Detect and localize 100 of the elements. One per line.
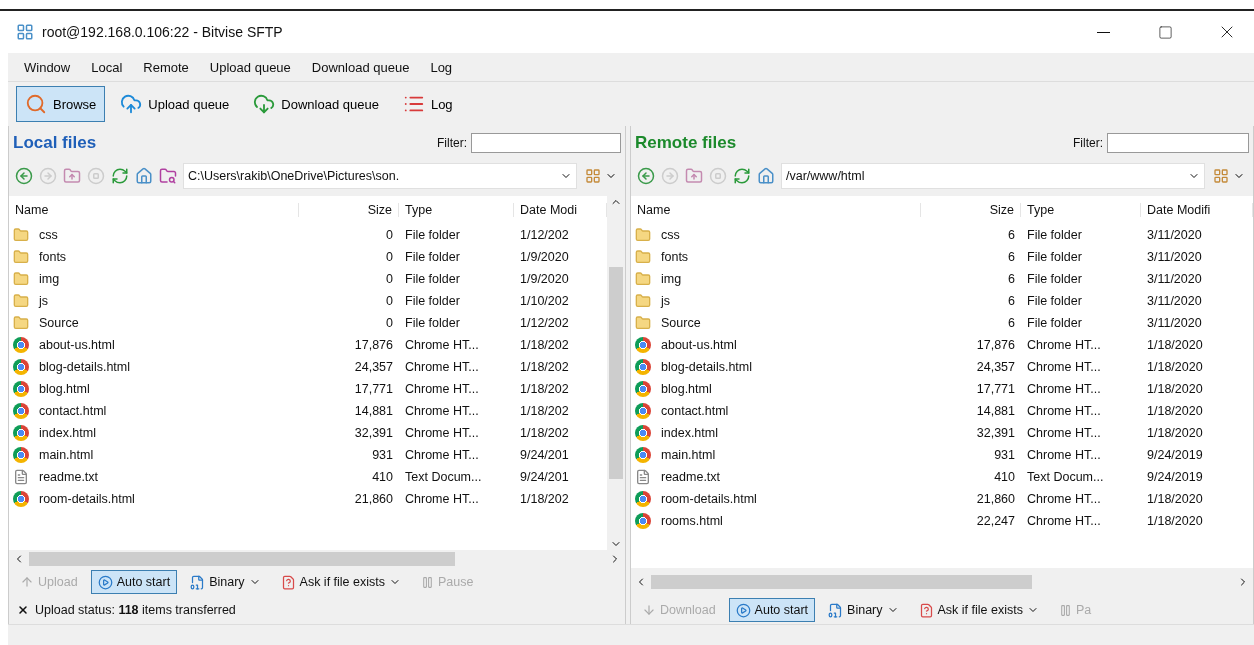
file-name: css xyxy=(38,228,59,242)
table-cell-text: Chrome HT... xyxy=(404,338,480,352)
column-header[interactable]: Type xyxy=(399,203,514,217)
file-exists-dropdown[interactable]: Ask if file exists xyxy=(273,570,408,594)
table-cell-text: File folder xyxy=(404,272,461,286)
file-name: blog-details.html xyxy=(660,360,753,374)
file-name: room-details.html xyxy=(38,492,136,506)
toolbar-button[interactable]: Browse xyxy=(16,86,106,122)
table-cell-text: 6 xyxy=(1007,272,1016,286)
menu-item[interactable]: Local xyxy=(83,59,136,75)
path-text: /var/www/html xyxy=(786,169,866,183)
scrollbar-thumb[interactable] xyxy=(609,266,623,480)
table-cell-text: Chrome HT... xyxy=(1026,492,1102,506)
scrollbar-thumb[interactable] xyxy=(29,552,455,566)
toolbar-button[interactable]: Download queue xyxy=(244,86,388,122)
cloud-download-icon xyxy=(253,93,276,115)
close-icon[interactable] xyxy=(17,604,29,616)
menu-item[interactable]: Upload queue xyxy=(201,59,304,75)
table-cell-text: 32,391 xyxy=(975,426,1016,440)
chrome-icon xyxy=(13,425,29,441)
table-cell-text: 1/18/202 xyxy=(519,360,570,374)
file-exists-dropdown[interactable]: Ask if file exists xyxy=(911,598,1046,622)
chrome-icon xyxy=(13,491,29,507)
back-icon[interactable] xyxy=(637,167,655,185)
table-cell-text: 0 xyxy=(385,294,394,308)
scrollbar-thumb[interactable] xyxy=(651,575,1032,589)
search-icon xyxy=(25,93,47,115)
toolbar-button[interactable]: Log xyxy=(393,86,462,122)
folder-up-icon[interactable] xyxy=(685,167,703,185)
folder-up-icon[interactable] xyxy=(63,167,81,185)
menu-item[interactable]: Download queue xyxy=(303,59,423,75)
chrome-icon xyxy=(635,491,651,507)
column-header[interactable]: Name xyxy=(631,203,921,217)
column-header[interactable]: Size xyxy=(921,203,1021,217)
menu-item[interactable]: Log xyxy=(422,59,466,75)
chrome-icon xyxy=(635,513,651,529)
table-cell-text: 9/24/201 xyxy=(519,470,570,484)
auto-start-button[interactable]: Auto start xyxy=(728,598,816,622)
file-name: fonts xyxy=(38,250,68,264)
binary-dropdown[interactable]: Binary xyxy=(821,598,906,622)
table-cell-text: 1/18/2020 xyxy=(1146,360,1204,374)
document-icon xyxy=(635,469,651,485)
table-cell-text: Chrome HT... xyxy=(404,448,480,462)
filter-field[interactable] xyxy=(471,133,621,153)
table-cell-text: 0 xyxy=(385,250,394,264)
folder-search-icon[interactable] xyxy=(159,167,177,185)
file-name: room-details.html xyxy=(660,492,758,506)
table-cell-text: Chrome HT... xyxy=(1026,426,1102,440)
chrome-icon xyxy=(635,381,651,397)
table-cell-text: 1/18/202 xyxy=(519,426,570,440)
home-icon[interactable] xyxy=(135,167,153,185)
table-cell-text: 17,876 xyxy=(975,338,1016,352)
table-cell-text: 1/18/2020 xyxy=(1146,382,1204,396)
table-cell-text: 3/11/2020 xyxy=(1146,228,1203,242)
table-cell-text: Chrome HT... xyxy=(1026,382,1102,396)
menu-item[interactable]: Remote xyxy=(135,59,202,75)
table-cell-text: 17,771 xyxy=(353,382,394,396)
pause-icon xyxy=(421,575,434,589)
file-name: img xyxy=(38,272,61,286)
file-name: index.html xyxy=(38,426,97,440)
file-name: rooms.html xyxy=(660,514,724,528)
column-header[interactable]: Size xyxy=(299,203,399,217)
menu-item[interactable]: Window xyxy=(16,59,84,75)
table-cell-text: 17,876 xyxy=(353,338,394,352)
refresh-icon[interactable] xyxy=(111,167,129,185)
filter-field[interactable] xyxy=(1107,133,1249,153)
maximize-icon xyxy=(1157,24,1173,40)
column-header[interactable]: Date Modifi xyxy=(1141,203,1253,217)
play-icon xyxy=(735,602,751,618)
folder-icon xyxy=(13,249,29,265)
table-cell-text: 17,771 xyxy=(975,382,1016,396)
table-cell-text: Text Docum... xyxy=(404,470,483,484)
play-icon xyxy=(97,574,113,590)
home-icon[interactable] xyxy=(757,167,775,185)
chrome-icon xyxy=(635,359,651,375)
table-cell-text: 3/11/2020 xyxy=(1146,294,1203,308)
refresh-icon[interactable] xyxy=(733,167,751,185)
column-header[interactable]: Type xyxy=(1021,203,1141,217)
table-cell-text: 32,391 xyxy=(353,426,394,440)
table-cell-text: 931 xyxy=(371,448,394,462)
auto-start-button[interactable]: Auto start xyxy=(90,570,178,594)
chrome-icon xyxy=(13,381,29,397)
toolbar-button[interactable]: Upload queue xyxy=(111,86,239,122)
table-cell-text: 6 xyxy=(1007,294,1016,308)
table-cell-text: 6 xyxy=(1007,250,1016,264)
app-icon xyxy=(16,23,34,41)
table-cell-text: 3/11/2020 xyxy=(1146,250,1203,264)
binary-dropdown[interactable]: Binary xyxy=(183,570,268,594)
table-cell-text: 3/11/2020 xyxy=(1146,272,1203,286)
table-cell-text: 1/12/202 xyxy=(519,228,570,242)
folder-icon xyxy=(13,227,29,243)
path-field[interactable]: C:\Users\rakib\OneDrive\Pictures\son. xyxy=(183,163,577,189)
table-cell-text: File folder xyxy=(404,228,461,242)
file-name: main.html xyxy=(38,448,95,462)
file-name: blog.html xyxy=(38,382,91,396)
path-field[interactable]: /var/www/html xyxy=(781,163,1205,189)
table-cell-text: 1/18/202 xyxy=(519,382,570,396)
column-header[interactable]: Name xyxy=(9,203,299,217)
table-cell-text: 21,860 xyxy=(975,492,1016,506)
back-icon[interactable] xyxy=(15,167,33,185)
